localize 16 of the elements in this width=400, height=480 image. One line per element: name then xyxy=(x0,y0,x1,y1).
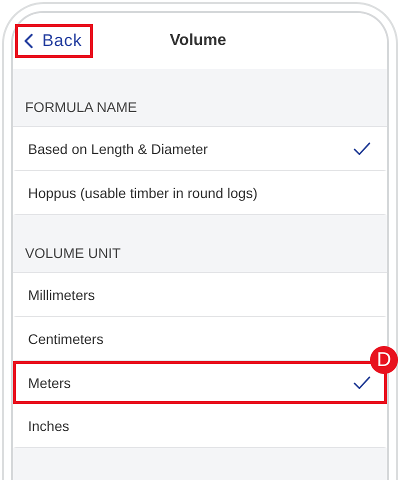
back-button[interactable]: Back xyxy=(15,24,93,58)
list-item[interactable]: Based on Length & Diameter xyxy=(13,127,387,171)
list-item[interactable]: Hoppus (usable timber in round logs) xyxy=(13,171,387,215)
section-header: FORMULA NAME xyxy=(25,99,138,115)
item-label: Hoppus (usable timber in round logs) xyxy=(28,184,258,200)
list-item[interactable]: Inches xyxy=(13,404,387,448)
item-label: Millimeters xyxy=(28,286,95,302)
item-label: Meters xyxy=(28,374,71,390)
screen-title: Volume xyxy=(170,32,226,50)
item-label: Based on Length & Diameter xyxy=(28,140,208,156)
item-label: Centimeters xyxy=(28,330,104,346)
step-badge: D xyxy=(370,346,398,374)
item-label: Inches xyxy=(28,418,70,434)
list-item[interactable]: Millimeters xyxy=(13,273,387,317)
section-header: VOLUME UNIT xyxy=(25,245,121,261)
chevron-left-icon xyxy=(24,32,34,50)
